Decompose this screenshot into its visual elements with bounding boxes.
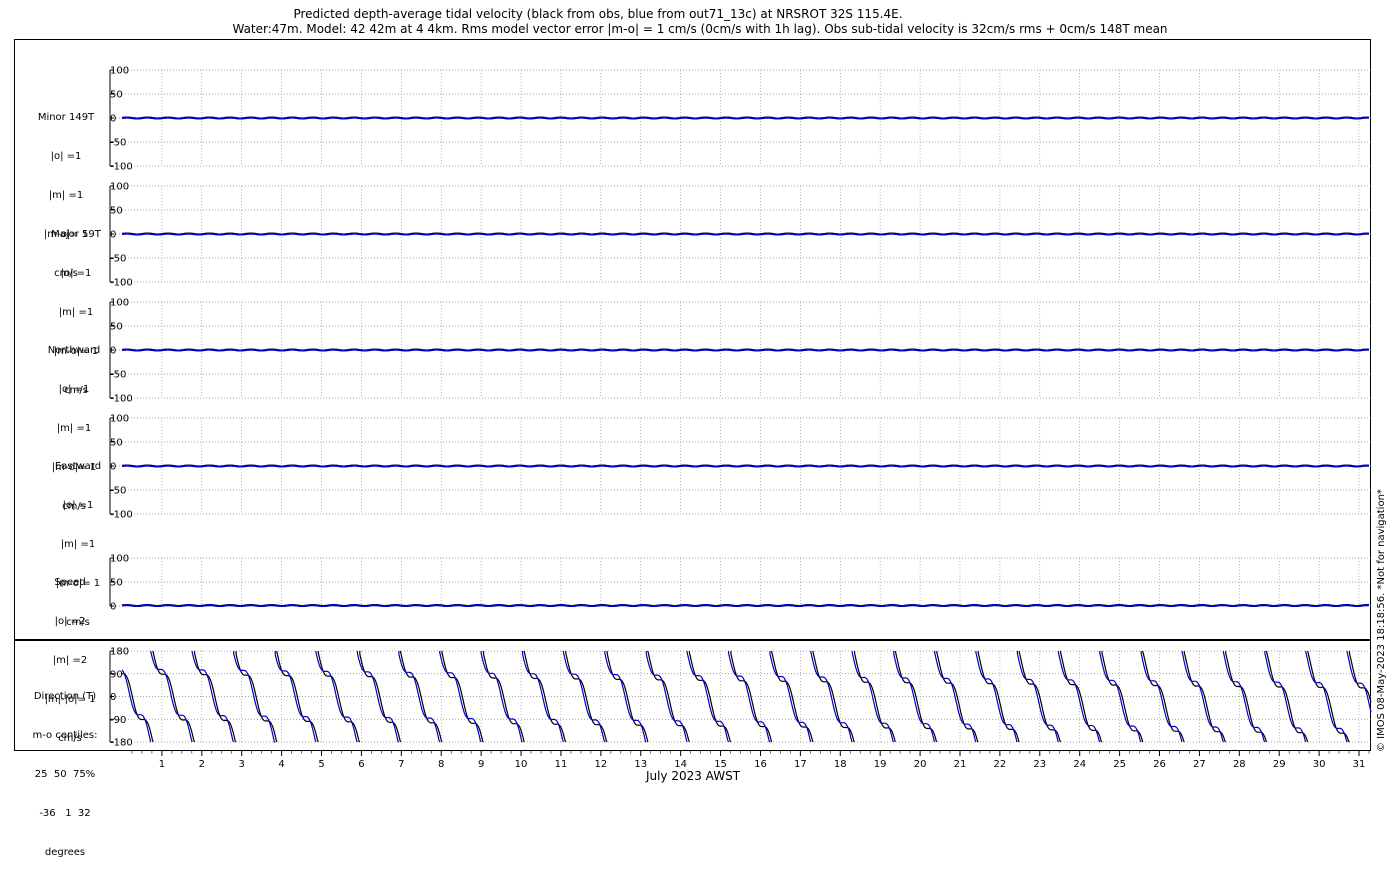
y-tick-label: -100	[110, 394, 133, 405]
x-axis-label: July 2023 AWST	[645, 769, 741, 783]
y-tick-label: -100	[110, 510, 133, 521]
y-tick-label: -50	[110, 254, 126, 265]
model-series-line	[121, 603, 1370, 608]
y-tick-label: 50	[110, 206, 123, 217]
y-tick-label: -100	[110, 162, 133, 173]
y-tick-label: 0	[110, 346, 116, 357]
model-series-line	[121, 232, 1370, 236]
panel-label-line: -36 1 32	[39, 808, 91, 819]
y-tick-label: -90	[110, 715, 126, 726]
model-series-line	[121, 116, 1370, 120]
y-tick-label: 0	[110, 692, 116, 703]
y-tick-label: -50	[110, 486, 126, 497]
y-tick-label: 50	[110, 438, 123, 449]
y-tick-label: 100	[110, 182, 129, 193]
y-tick-label: 50	[110, 90, 123, 101]
chart-canvas: 100 50 0 -50 -100 100 50 0 -50 -100 100 50 0 -50 -100 1…	[109, 66, 1372, 770]
y-tick-label: 100	[110, 298, 129, 309]
y-tick-label: 0	[110, 114, 116, 125]
y-tick-label: -50	[110, 138, 126, 149]
y-tick-label: 50	[110, 322, 123, 333]
panel-label-line: degrees	[44, 847, 86, 858]
y-tick-label: 100	[110, 554, 129, 565]
y-tick-label: 90	[110, 669, 123, 680]
model-series-line	[121, 348, 1370, 352]
y-tick-label: 50	[110, 578, 123, 589]
y-tick-label: 0	[110, 230, 116, 241]
y-tick-label: 0	[110, 602, 116, 613]
credit-text: © IMOS 08-May-2023 18:18:56. *Not for na…	[1376, 489, 1387, 752]
y-tick-label: -180	[110, 738, 133, 749]
y-tick-label: 180	[110, 647, 129, 658]
y-tick-label: 0	[110, 462, 116, 473]
y-tick-label: 100	[110, 414, 129, 425]
y-tick-label: -100	[110, 278, 133, 289]
y-tick-label: 100	[110, 66, 129, 77]
model-series-line	[121, 464, 1370, 468]
y-tick-label: -50	[110, 370, 126, 381]
